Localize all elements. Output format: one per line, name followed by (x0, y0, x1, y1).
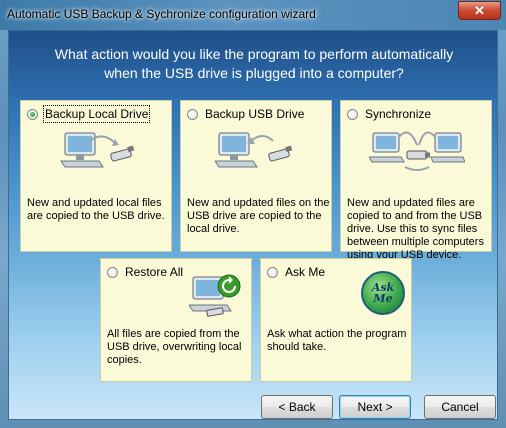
description-line: local drive. (187, 223, 240, 235)
description-line: New and updated files on the (187, 197, 330, 209)
radio-button-restore-all[interactable] (107, 266, 118, 278)
option-label: Synchronize (365, 107, 432, 121)
wizard-panel: What action would you like the program t… (8, 30, 498, 420)
option-description: All files are copied from the USB drive,… (107, 328, 242, 367)
radio-row[interactable]: Backup USB Drive (187, 107, 304, 121)
cancel-button[interactable]: Cancel (424, 395, 496, 419)
restore-icon (189, 274, 241, 317)
radio-row[interactable]: Ask Me (267, 265, 325, 279)
radio-row[interactable]: Synchronize (347, 107, 431, 121)
option-label: Ask Me (285, 265, 326, 279)
option-description: New and updated local files are copied t… (27, 197, 165, 223)
description-line: USB drive, overwriting local (107, 341, 242, 353)
computer-to-usb-icon (60, 132, 135, 168)
description-line: copied to and from the USB (347, 210, 483, 222)
radio-row[interactable]: Backup Local Drive (27, 105, 151, 123)
description-line: between multiple computers (347, 236, 484, 248)
option-label: Backup Local Drive (42, 105, 151, 123)
radio-button-ask-me[interactable] (267, 266, 278, 278)
description-line: should take. (267, 341, 327, 353)
option-backup-local-drive[interactable]: Backup Local Drive New and updated local… (20, 100, 172, 252)
option-restore-all[interactable]: Restore All All files are copied from th… (100, 258, 252, 382)
description-line: are copied to the USB drive. (27, 210, 165, 222)
option-ask-me[interactable]: Ask Me Ask Me Ask what action the progra… (260, 258, 412, 382)
usb-to-computer-icon (215, 132, 293, 168)
option-backup-usb-drive[interactable]: Backup USB Drive New and updated files o… (180, 100, 332, 252)
option-description: New and updated files are copied to and … (347, 197, 484, 262)
window-title: Automatic USB Backup & Sychronize config… (7, 7, 316, 21)
radio-row[interactable]: Restore All (107, 265, 183, 279)
description-line: New and updated files are (347, 197, 475, 209)
question-line-2: when the USB drive is plugged into a com… (104, 65, 404, 81)
description-line: Ask what action the program (267, 328, 407, 340)
option-label: Restore All (125, 265, 184, 279)
option-description: Ask what action the program should take. (267, 328, 406, 354)
back-button[interactable]: < Back (261, 395, 333, 419)
description-line: copies. (107, 354, 142, 366)
description-line: drive. Use this to sync files (347, 223, 478, 235)
option-description: New and updated files on the USB drive a… (187, 197, 330, 236)
description-line: New and updated local files (27, 197, 162, 209)
ask-me-badge-icon: Ask Me (361, 271, 405, 315)
description-line: USB drive are copied to the (187, 210, 322, 222)
close-button[interactable]: ✕ (458, 1, 501, 20)
option-label: Backup USB Drive (205, 107, 305, 121)
question-line-1: What action would you like the program t… (54, 46, 454, 62)
description-line: All files are copied from the (107, 328, 240, 340)
option-synchronize[interactable]: Synchronize New and updated files are co… (340, 100, 492, 261)
question-heading: What action would you like the program t… (9, 45, 499, 83)
radio-button-backup-usb[interactable] (187, 108, 198, 120)
radio-button-backup-local[interactable] (27, 108, 38, 120)
next-button[interactable]: Next > (339, 395, 411, 419)
close-icon: ✕ (474, 3, 485, 18)
radio-button-synchronize[interactable] (347, 108, 358, 120)
title-bar[interactable]: Automatic USB Backup & Sychronize config… (0, 0, 506, 30)
ask-me-badge-text: Ask Me (371, 281, 395, 305)
sync-computers-icon (369, 131, 465, 171)
